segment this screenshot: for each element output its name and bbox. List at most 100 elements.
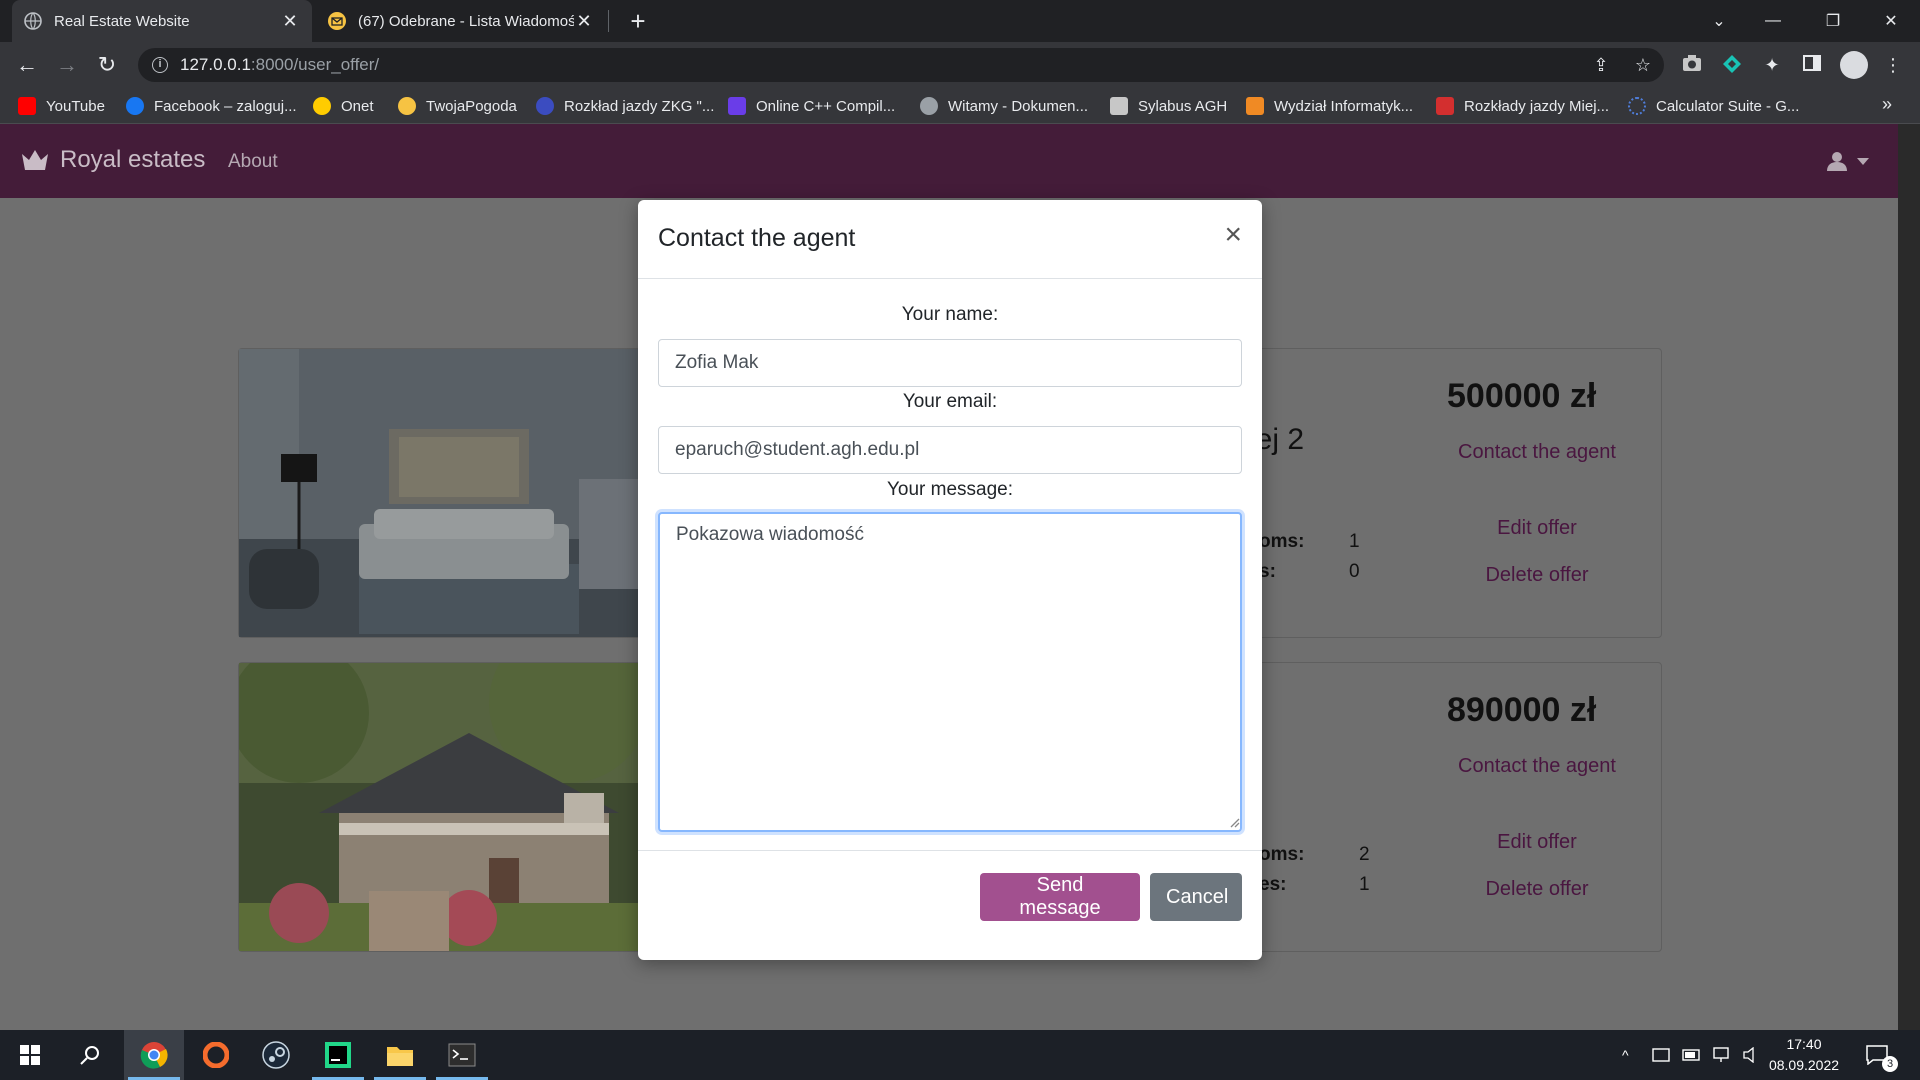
bookmark-zkg[interactable]: Rozkład jazdy ZKG "... xyxy=(536,96,714,116)
bookmark-onet[interactable]: Onet xyxy=(313,96,374,116)
folder-icon xyxy=(387,1047,413,1066)
youtube-icon xyxy=(18,97,36,115)
site-navbar: Royal estates About xyxy=(0,124,1898,198)
chrome-icon xyxy=(140,1042,168,1069)
tab-search-icon[interactable]: ⌄ xyxy=(1690,0,1748,42)
windows-taskbar: ^ 17:40 08.09.2022 3 xyxy=(0,1030,1920,1080)
offer-price: 890000 zł xyxy=(1447,691,1597,729)
site-info-icon[interactable]: i xyxy=(152,57,168,73)
delete-offer-link[interactable]: Delete offer xyxy=(1457,874,1617,904)
clock-date: 08.09.2022 xyxy=(1768,1057,1840,1073)
contact-agent-modal: Contact the agent × Your name: Your emai… xyxy=(638,200,1262,960)
forward-icon[interactable]: → xyxy=(52,50,82,80)
tray-app-icon[interactable] xyxy=(1652,1030,1670,1080)
send-message-button[interactable]: Send message xyxy=(980,873,1140,921)
bookmark-calculator[interactable]: Calculator Suite - G... xyxy=(1628,96,1799,116)
modal-header: Contact the agent × xyxy=(638,200,1262,279)
cancel-button[interactable]: Cancel xyxy=(1150,873,1242,921)
compiler-icon xyxy=(728,97,746,115)
mail-icon xyxy=(328,12,346,30)
facebook-icon xyxy=(126,97,144,115)
resize-grip-icon[interactable] xyxy=(1228,816,1240,828)
extensions-puzzle-icon[interactable]: ✦ xyxy=(1761,54,1783,76)
message-label: Your message: xyxy=(886,479,1014,500)
search-button[interactable] xyxy=(60,1030,120,1080)
close-tab-icon[interactable]: ✕ xyxy=(574,11,594,32)
edit-offer-link[interactable]: Edit offer xyxy=(1457,513,1617,543)
bookmark-cpp-compiler[interactable]: Online C++ Compil... xyxy=(728,96,895,116)
user-icon xyxy=(1827,152,1847,171)
security-tray-icon xyxy=(1652,1048,1670,1062)
delete-offer-link[interactable]: Delete offer xyxy=(1457,560,1617,590)
globe-icon xyxy=(24,12,42,30)
bookmark-facebook[interactable]: Facebook – zaloguj... xyxy=(126,96,297,116)
menu-kebab-icon[interactable]: ⋮ xyxy=(1882,54,1904,76)
profile-avatar[interactable] xyxy=(1840,51,1868,79)
name-field[interactable] xyxy=(658,339,1242,387)
taskbar-explorer[interactable] xyxy=(370,1030,430,1080)
bookmark-star-icon[interactable]: ☆ xyxy=(1632,54,1654,76)
bookmark-witamy[interactable]: Witamy - Dokumen... xyxy=(920,96,1088,116)
message-field[interactable]: Pokazowa wiadomość xyxy=(658,512,1242,832)
notifications-button[interactable]: 3 xyxy=(1866,1030,1898,1080)
caret-down-icon xyxy=(1857,158,1869,165)
wi-icon xyxy=(1246,97,1264,115)
browser-toolbar: ← → ↻ i 127.0.0.1:8000/user_offer/ ⇪ ☆ ✦… xyxy=(0,42,1920,88)
screenshot-extension-icon[interactable] xyxy=(1681,54,1703,76)
speaker-icon xyxy=(1743,1047,1754,1063)
volume-icon[interactable] xyxy=(1742,1030,1760,1080)
windows-icon xyxy=(20,1045,40,1065)
tab-mail[interactable]: (67) Odebrane - Lista Wiadomości ✕ xyxy=(316,0,606,42)
spec-label: es: xyxy=(1259,874,1287,895)
taskbar-steam[interactable] xyxy=(246,1030,306,1080)
steam-icon xyxy=(262,1041,290,1069)
offer-spec: oms: 1 xyxy=(1259,531,1360,553)
globe-icon xyxy=(920,97,938,115)
close-icon[interactable]: × xyxy=(1224,220,1242,250)
spec-value: 1 xyxy=(1349,531,1360,552)
network-icon[interactable] xyxy=(1712,1030,1730,1080)
edit-offer-link[interactable]: Edit offer xyxy=(1457,827,1617,857)
brand-link[interactable]: Royal estates xyxy=(20,146,205,174)
nav-about-link[interactable]: About xyxy=(228,151,278,173)
extension-diamond-icon[interactable] xyxy=(1721,54,1743,76)
close-tab-icon[interactable]: ✕ xyxy=(280,11,300,32)
close-window-icon[interactable]: ✕ xyxy=(1862,0,1920,42)
modal-title: Contact the agent xyxy=(658,224,856,252)
spec-label: oms: xyxy=(1259,531,1305,552)
restore-icon[interactable]: ❐ xyxy=(1804,0,1862,42)
contact-agent-link[interactable]: Contact the agent xyxy=(1457,751,1617,781)
bookmark-youtube[interactable]: YouTube xyxy=(18,96,105,116)
user-menu-dropdown[interactable] xyxy=(1826,150,1870,172)
address-bar[interactable]: i 127.0.0.1:8000/user_offer/ xyxy=(138,48,1664,82)
battery-shape-icon xyxy=(1682,1049,1700,1061)
taskbar-pycharm[interactable] xyxy=(308,1030,368,1080)
page-scrollbar[interactable] xyxy=(1898,124,1920,1030)
taskbar-origin[interactable] xyxy=(186,1030,246,1080)
offer-spec: oms: 2 xyxy=(1259,844,1370,866)
taskbar-terminal[interactable] xyxy=(432,1030,492,1080)
terminal-icon xyxy=(448,1043,476,1067)
taskbar-chrome[interactable] xyxy=(124,1030,184,1080)
bookmark-rozklady[interactable]: Rozkłady jazdy Miej... xyxy=(1436,96,1609,116)
start-button[interactable] xyxy=(0,1030,60,1080)
more-bookmarks-button[interactable]: » xyxy=(1882,94,1892,115)
search-icon xyxy=(80,1046,99,1065)
reload-icon[interactable]: ↻ xyxy=(92,50,122,80)
bookmark-sylabus[interactable]: Sylabus AGH xyxy=(1110,96,1227,116)
bookmark-twojapogoda[interactable]: TwojaPogoda xyxy=(398,96,517,116)
tab-real-estate[interactable]: Real Estate Website ✕ xyxy=(12,0,312,42)
side-panel-icon[interactable] xyxy=(1801,54,1823,76)
crown-icon xyxy=(22,150,48,170)
share-icon[interactable]: ⇪ xyxy=(1590,54,1612,76)
system-clock[interactable]: 17:40 08.09.2022 xyxy=(1764,1034,1844,1076)
contact-agent-link[interactable]: Contact the agent xyxy=(1457,437,1617,467)
bookmark-wydzial[interactable]: Wydział Informatyk... xyxy=(1246,96,1413,116)
email-field[interactable] xyxy=(658,426,1242,474)
show-hidden-icons-icon[interactable]: ^ xyxy=(1622,1030,1629,1080)
minimize-icon[interactable]: — xyxy=(1744,0,1802,42)
battery-icon[interactable] xyxy=(1682,1030,1702,1080)
monitor-network-icon xyxy=(1713,1047,1729,1062)
back-icon[interactable]: ← xyxy=(12,50,42,80)
new-tab-button[interactable]: + xyxy=(623,6,653,36)
